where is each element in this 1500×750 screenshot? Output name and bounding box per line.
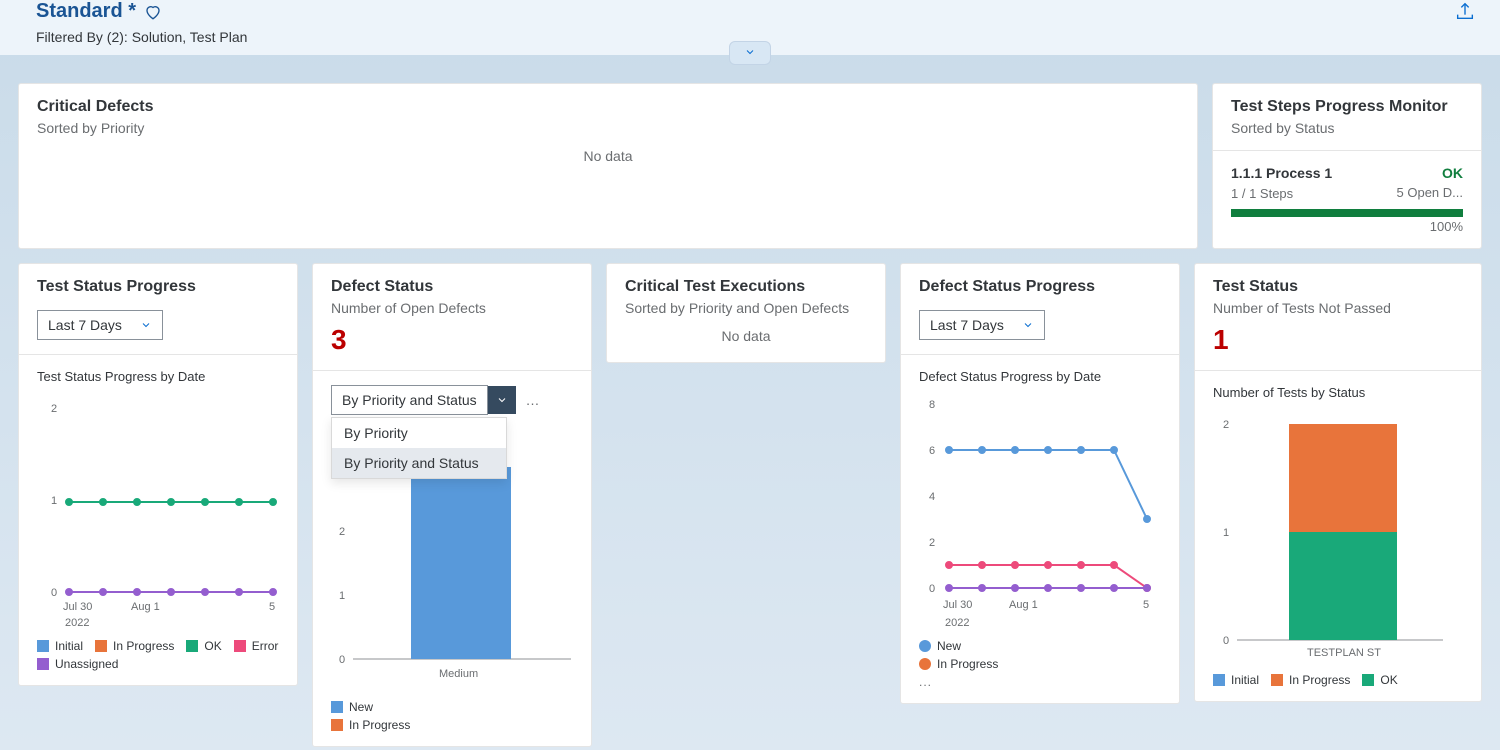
card-subtitle: Sorted by Status [1231, 120, 1463, 136]
no-data-label: No data [37, 136, 1179, 168]
card-title: Test Status [1213, 278, 1463, 296]
line-chart: 2 1 0 Jul 30 Aug 1 5 [37, 394, 281, 614]
card-title: Critical Defects [37, 98, 1179, 116]
test-steps-monitor-card: Test Steps Progress Monitor Sorted by St… [1212, 83, 1482, 249]
svg-text:0: 0 [51, 587, 57, 599]
expand-filter-button[interactable] [729, 41, 771, 65]
chart-section-title: Defect Status Progress by Date [919, 369, 1161, 384]
svg-text:TESTPLAN ST: TESTPLAN ST [1307, 647, 1381, 659]
svg-text:2: 2 [929, 537, 935, 549]
svg-text:0: 0 [1223, 635, 1229, 647]
card-title: Test Steps Progress Monitor [1231, 98, 1463, 116]
svg-text:2: 2 [339, 526, 345, 538]
svg-text:Aug 1: Aug 1 [1009, 599, 1038, 611]
card-title: Defect Status Progress [919, 278, 1161, 296]
stacked-bar-chart: 2 1 0 TESTPLAN ST [1213, 410, 1447, 660]
svg-text:2: 2 [51, 403, 57, 415]
favorite-icon[interactable] [144, 3, 162, 21]
svg-text:6: 6 [929, 445, 935, 457]
view-mode-dropdown: By Priority By Priority and Status [331, 417, 507, 479]
svg-text:2: 2 [1223, 419, 1229, 431]
filter-header: Standard * Filtered By (2): Solution, Te… [0, 0, 1500, 55]
svg-text:Medium: Medium [439, 668, 478, 680]
svg-text:0: 0 [339, 654, 345, 666]
card-title: Defect Status [331, 278, 573, 296]
svg-text:0: 0 [929, 583, 935, 595]
steps-count: 1 / 1 Steps [1231, 186, 1293, 201]
card-subtitle: Sorted by Priority and Open Defects [625, 300, 867, 316]
chart-legend: New In Progress [331, 700, 573, 732]
line-chart: 8 6 4 2 0 Jul 30 Aug 1 5 [919, 394, 1163, 614]
defect-status-progress-card: Defect Status Progress Last 7 Days Defec… [900, 263, 1180, 704]
page-title[interactable]: Standard * [36, 0, 136, 23]
card-title: Critical Test Executions [625, 278, 867, 296]
chart-legend: Initial In Progress OK Error Unassigned [37, 639, 279, 671]
legend-more[interactable]: ... [919, 675, 1161, 689]
select-value: Last 7 Days [48, 317, 122, 333]
svg-text:Jul 30: Jul 30 [943, 599, 972, 611]
date-range-select[interactable]: Last 7 Days [37, 310, 163, 340]
critical-executions-card: Critical Test Executions Sorted by Prior… [606, 263, 886, 363]
critical-defects-card: Critical Defects Sorted by Priority No d… [18, 83, 1198, 249]
svg-text:8: 8 [929, 399, 935, 411]
card-subtitle: Number of Tests Not Passed [1213, 300, 1463, 316]
svg-text:1: 1 [339, 590, 345, 602]
no-data-label: No data [625, 316, 867, 348]
card-subtitle: Number of Open Defects [331, 300, 573, 316]
card-title: Test Status Progress [37, 278, 279, 296]
kpi-value: 1 [1213, 324, 1463, 356]
chevron-down-icon [140, 319, 152, 331]
defect-status-card: Defect Status Number of Open Defects 3 B… [312, 263, 592, 747]
kpi-value: 3 [331, 324, 573, 356]
chevron-down-icon [496, 394, 508, 406]
chart-legend: New In Progress ... [919, 639, 1161, 689]
chart-section-title: Number of Tests by Status [1213, 385, 1463, 400]
select-value: Last 7 Days [930, 317, 1004, 333]
chart-legend: Initial In Progress OK [1213, 673, 1463, 687]
svg-text:1: 1 [51, 495, 57, 507]
process-row[interactable]: 1.1.1 Process 1 OK [1231, 165, 1463, 181]
test-status-progress-card: Test Status Progress Last 7 Days Test St… [18, 263, 298, 686]
bar-chart: 3 2 1 0 Medium [331, 457, 575, 687]
test-status-card: Test Status Number of Tests Not Passed 1… [1194, 263, 1482, 702]
dropdown-option[interactable]: By Priority and Status [332, 448, 506, 478]
svg-text:Jul 30: Jul 30 [63, 601, 92, 613]
view-mode-select[interactable]: By Priority and Status [331, 385, 516, 415]
chevron-down-icon [1022, 319, 1034, 331]
more-icon[interactable]: … [526, 392, 541, 408]
process-title: 1.1.1 Process 1 [1231, 165, 1332, 181]
open-defects-count: 5 Open D... [1397, 185, 1463, 200]
svg-text:1: 1 [1223, 527, 1229, 539]
chart-section-title: Test Status Progress by Date [37, 369, 279, 384]
card-subtitle: Sorted by Priority [37, 120, 1179, 136]
export-icon[interactable] [1454, 0, 1476, 22]
svg-text:Aug 1: Aug 1 [131, 601, 160, 613]
svg-text:5: 5 [269, 601, 275, 613]
svg-text:5: 5 [1143, 599, 1149, 611]
status-badge: OK [1442, 165, 1463, 181]
progress-pct: 100% [1231, 219, 1463, 234]
select-value: By Priority and Status [331, 385, 488, 415]
svg-text:4: 4 [929, 491, 935, 503]
dropdown-option[interactable]: By Priority [332, 418, 506, 448]
progress-bar [1231, 209, 1463, 217]
chevron-down-icon [744, 46, 756, 58]
date-range-select[interactable]: Last 7 Days [919, 310, 1045, 340]
